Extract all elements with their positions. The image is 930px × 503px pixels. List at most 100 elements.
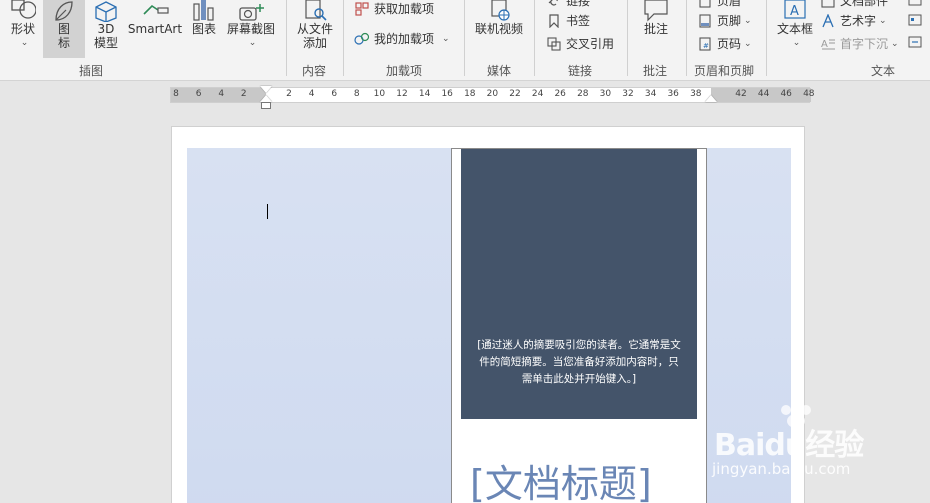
ruler-tick-label: 18 [464, 89, 476, 99]
bar-chart-icon [189, 0, 219, 22]
right-indent-marker[interactable] [705, 95, 717, 102]
3d-model-button[interactable]: 3D 模型 [88, 0, 124, 50]
cube-icon [91, 0, 121, 22]
left-indent-marker[interactable] [261, 102, 271, 109]
svg-text:A: A [821, 39, 828, 50]
cross-reference-label: 交叉引用 [566, 37, 615, 51]
smartart-label: SmartArt [127, 22, 183, 36]
chevron-down-icon: ⌄ [20, 38, 29, 48]
leaf-icon [49, 0, 79, 22]
header-icon [697, 0, 713, 9]
ruler-tick-label: 12 [396, 89, 408, 99]
svg-text:#: # [703, 42, 709, 50]
quick-parts-button[interactable]: 文档部件 [820, 0, 888, 9]
cross-reference-button[interactable]: 交叉引用 [546, 35, 614, 52]
cross-reference-icon [546, 36, 562, 52]
ruler-tick-label: 30 [599, 89, 612, 99]
ruler-tick-label: 34 [644, 89, 657, 99]
drop-cap-label: 首字下沉 [840, 37, 889, 51]
comment-label: 批注 [643, 22, 668, 36]
ruler-tick-label: 6 [195, 89, 202, 99]
screenshot-button[interactable]: 屏幕截图 ⌄ [224, 0, 278, 50]
link-icon [546, 0, 562, 9]
document-title-placeholder[interactable]: [文档标题] [470, 453, 652, 503]
comment-button[interactable]: 批注 [638, 0, 674, 36]
shape-button[interactable]: 形状 ⌄ [6, 0, 40, 50]
watermark-url: jingyan.baidu.com [712, 460, 851, 478]
chevron-down-icon: ⌄ [744, 15, 752, 26]
online-video-label: 联机视频 [474, 22, 523, 36]
textbox-label: 文本框 [776, 22, 813, 36]
textbox-button[interactable]: A 文本框 ⌄ [774, 0, 816, 50]
quick-parts-icon [820, 0, 836, 9]
ribbon: 形状 ⌄ 图标 3D 模型 SmartArt 图表 屏幕截图 ⌄ 插图 从文件 … [0, 0, 930, 81]
add-from-file-label: 从文件 添加 [296, 22, 333, 50]
chevron-down-icon: ⌄ [792, 38, 801, 48]
ruler-tick-label: 46 [780, 89, 792, 99]
left-gradient-panel [187, 148, 451, 503]
hanging-indent-marker[interactable] [260, 95, 272, 102]
page-number-button[interactable]: # 页码 ⌄ [697, 35, 752, 52]
get-addins-button[interactable]: 获取加载项 [354, 0, 434, 17]
icon-button[interactable]: 图标 [43, 0, 85, 58]
bookmark-icon [546, 13, 562, 29]
link-button[interactable]: 链接 [546, 0, 590, 9]
watermark-brand: Baidu经验 [714, 428, 864, 463]
ruler-tick-label: 36 [667, 89, 679, 99]
drop-cap-button[interactable]: A 首字下沉 ⌄ [820, 35, 899, 52]
ruler-tick-label: 32 [622, 89, 634, 99]
my-addins-button[interactable]: 我的加载项 ⌄ [354, 30, 450, 47]
header-button[interactable]: 页眉 [697, 0, 741, 9]
ruler-tick-label: 8 [353, 89, 360, 99]
bookmark-label: 书签 [566, 14, 591, 28]
ruler-tick-label: 22 [509, 89, 521, 99]
quick-parts-label: 文档部件 [840, 0, 889, 8]
signature-line-icon[interactable] [908, 0, 922, 6]
ruler-tick-label: 2 [240, 89, 247, 99]
group-label-header-footer: 页眉和页脚 [694, 64, 755, 78]
ruler-tick-label: 20 [486, 89, 499, 99]
ruler-tick-label: 4 [308, 89, 315, 99]
3d-model-label: 3D 模型 [93, 22, 118, 50]
globe-video-icon [484, 0, 514, 22]
footer-icon [697, 13, 713, 29]
horizontal-ruler[interactable]: 8 6 4 2 2 4 6 8 10 12 14 16 18 20 22 24 26 28 30 32 34 36 38 42… [170, 86, 815, 109]
icon-label: 图标 [57, 22, 70, 50]
first-line-indent-marker[interactable] [260, 86, 272, 93]
ruler-tick-label: 14 [418, 89, 431, 99]
chevron-down-icon: ⌄ [891, 38, 899, 49]
file-search-icon [300, 0, 330, 22]
shape-icon [8, 0, 38, 22]
wordart-button[interactable]: 艺术字 ⌄ [820, 12, 887, 29]
chevron-down-icon: ⌄ [248, 38, 257, 48]
group-separator [343, 0, 344, 76]
group-label-comments: 批注 [643, 64, 668, 78]
add-from-file-button[interactable]: 从文件 添加 [292, 0, 338, 50]
ruler-tick-label: 44 [757, 89, 770, 99]
bookmark-button[interactable]: 书签 [546, 12, 590, 29]
text-cursor [267, 204, 268, 219]
group-label-addins: 加载项 [386, 64, 423, 78]
object-icon[interactable] [908, 36, 922, 48]
online-video-button[interactable]: 联机视频 [472, 0, 526, 36]
grid-plus-icon [354, 1, 370, 17]
abstract-box[interactable]: [通过迷人的摘要吸引您的读者。它通常是文件的简短摘要。当您准备好添加内容时，只需… [461, 149, 697, 419]
ruler-tick-label: 24 [531, 89, 544, 99]
smartart-button[interactable]: SmartArt [127, 0, 183, 36]
svg-text:A: A [790, 4, 799, 19]
chart-button[interactable]: 图表 [188, 0, 220, 36]
group-separator [286, 0, 287, 76]
chart-label: 图表 [191, 22, 216, 36]
date-time-icon[interactable] [908, 14, 922, 26]
ruler-tick-label: 38 [690, 89, 702, 99]
page-number-label: 页码 [717, 37, 742, 51]
wordart-icon [820, 13, 836, 29]
footer-label: 页脚 [717, 14, 742, 28]
footer-button[interactable]: 页脚 ⌄ [697, 12, 752, 29]
screenshot-label: 屏幕截图 [226, 22, 275, 36]
textbox-icon: A [780, 0, 810, 22]
group-label-illustrations: 插图 [79, 64, 104, 78]
chevron-down-icon: ⌄ [744, 38, 752, 49]
abstract-placeholder[interactable]: [通过迷人的摘要吸引您的读者。它通常是文件的简短摘要。当您准备好添加内容时，只需… [477, 337, 681, 388]
group-label-links: 链接 [568, 64, 593, 78]
